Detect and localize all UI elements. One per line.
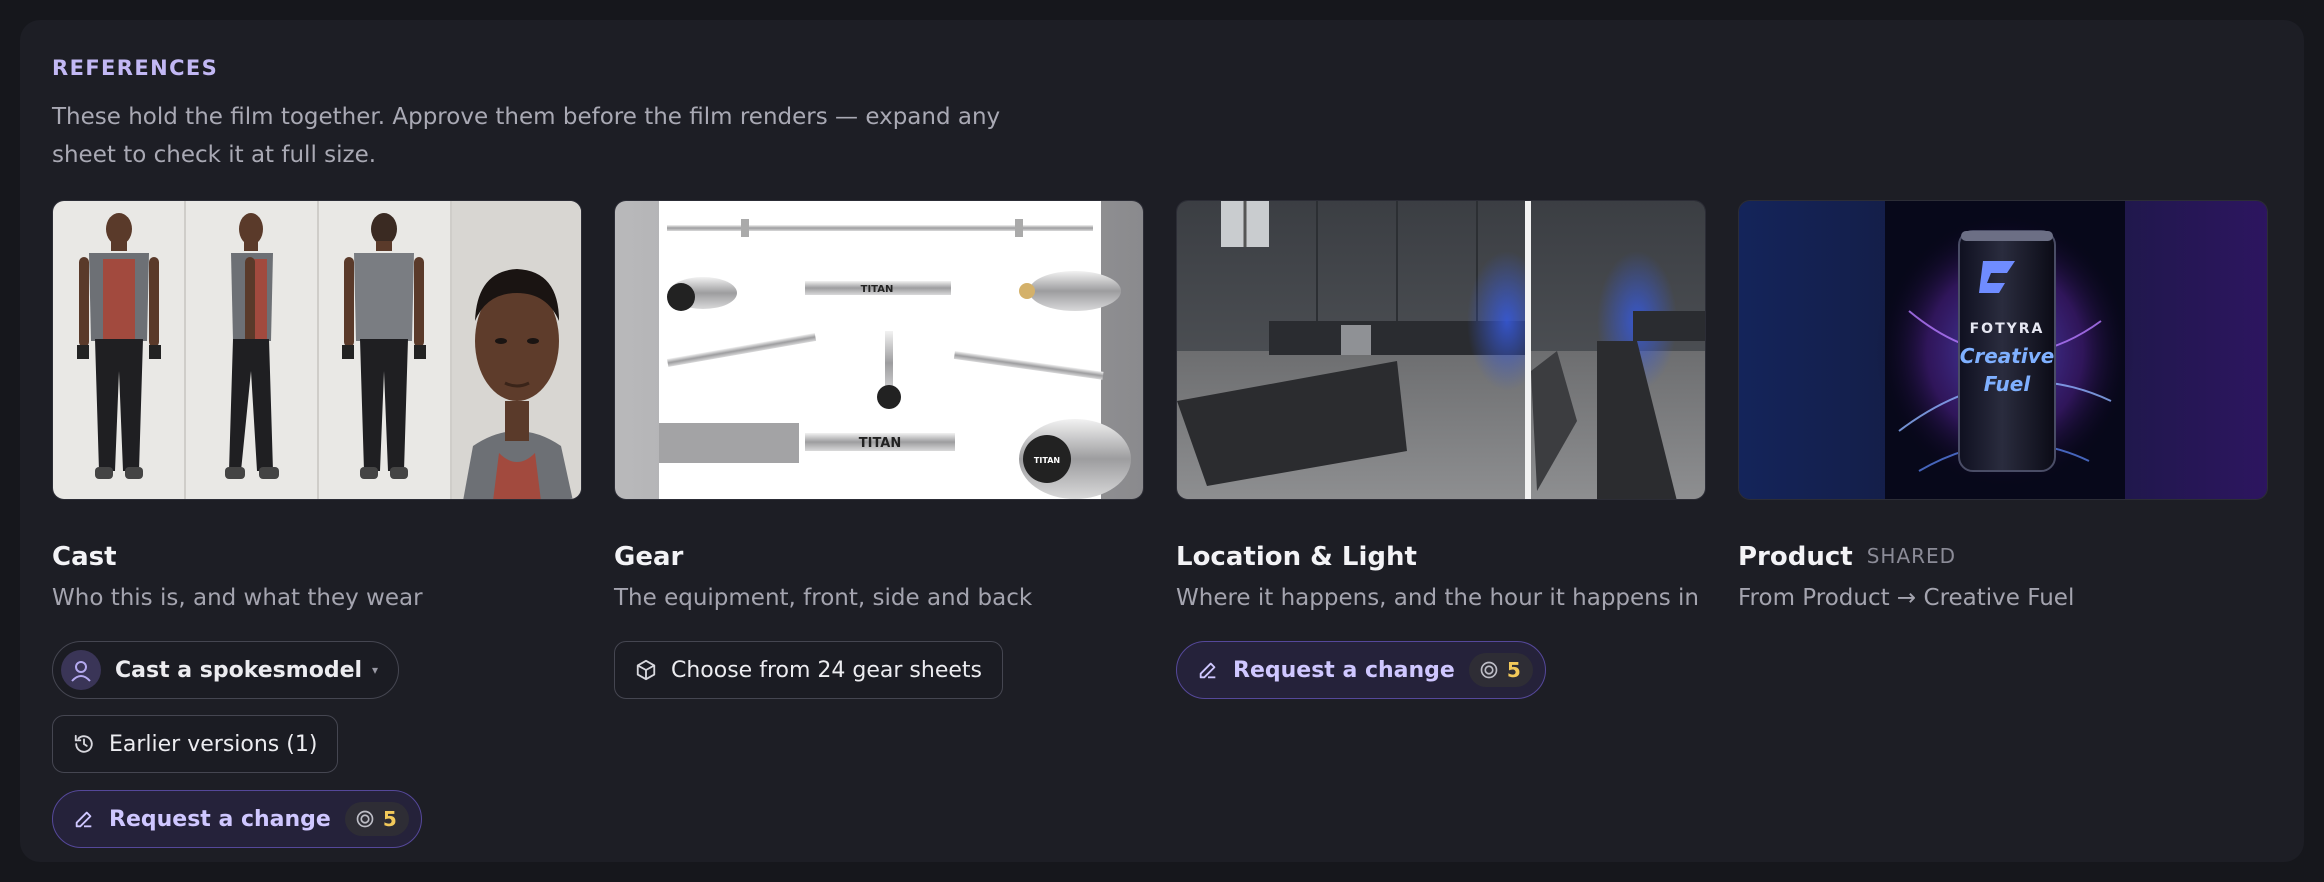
product-title: Product xyxy=(1738,542,1853,572)
gear-brand-text-1: TITAN xyxy=(861,284,894,295)
gear-title: Gear xyxy=(614,542,684,572)
references-panel: REFERENCES These hold the film together.… xyxy=(20,20,2304,862)
box-icon xyxy=(635,659,657,681)
earlier-versions-label: Earlier versions (1) xyxy=(109,731,318,757)
section-description: These hold the film together. Approve th… xyxy=(52,104,1001,168)
chevron-down-icon: ▾ xyxy=(372,663,379,677)
location-request-change-label: Request a change xyxy=(1233,657,1455,683)
cast-request-change-button[interactable]: Request a change 5 xyxy=(52,790,422,848)
credit-cost: 5 xyxy=(1506,658,1521,682)
cast-spokesmodel-button[interactable]: Cast a spokesmodel ▾ xyxy=(52,641,400,699)
choose-gear-sheet-button[interactable]: Choose from 24 gear sheets xyxy=(614,641,1003,699)
pencil-icon xyxy=(73,808,95,830)
gear-brand-text-3: TITAN xyxy=(1034,456,1060,465)
cast-subtitle: Who this is, and what they wear xyxy=(52,585,423,611)
product-subtitle[interactable]: From Product → Creative Fuel xyxy=(1738,585,2074,611)
gear-sheet-thumbnail[interactable]: TITAN TITAN TITAN xyxy=(614,200,1144,500)
cast-sheet-thumbnail[interactable] xyxy=(52,200,582,500)
product-sheet-thumbnail[interactable]: FOTYRA Creative Fuel xyxy=(1738,200,2268,500)
cast-request-change-label: Request a change xyxy=(109,806,331,832)
pencil-icon xyxy=(1197,659,1219,681)
gear-brand-text-2: TITAN xyxy=(859,436,902,451)
earlier-versions-button[interactable]: Earlier versions (1) xyxy=(52,715,339,773)
can-line1-text: Creative xyxy=(1960,344,2055,368)
can-line2-text: Fuel xyxy=(1984,372,2032,396)
location-sheet-thumbnail[interactable] xyxy=(1176,200,1706,500)
credit-badge: 5 xyxy=(1468,653,1533,687)
cast-spokesmodel-label: Cast a spokesmodel xyxy=(115,657,363,683)
credit-cost: 5 xyxy=(382,807,397,831)
choose-gear-sheet-label: Choose from 24 gear sheets xyxy=(671,657,982,683)
product-title-row: Product SHARED xyxy=(1738,542,1956,572)
coin-icon xyxy=(1480,661,1498,679)
can-brand-text: FOTYRA xyxy=(1970,321,2045,337)
gear-subtitle: The equipment, front, side and back xyxy=(614,585,1033,611)
cast-title: Cast xyxy=(52,542,117,572)
location-request-change-button[interactable]: Request a change 5 xyxy=(1176,641,1546,699)
location-title: Location & Light xyxy=(1176,542,1417,572)
credit-badge: 5 xyxy=(344,802,409,836)
section-label: REFERENCES xyxy=(52,56,219,80)
coin-icon xyxy=(356,810,374,828)
history-icon xyxy=(73,733,95,755)
location-subtitle: Where it happens, and the hour it happen… xyxy=(1176,585,1700,611)
user-icon xyxy=(61,650,101,690)
shared-badge: SHARED xyxy=(1866,544,1957,568)
